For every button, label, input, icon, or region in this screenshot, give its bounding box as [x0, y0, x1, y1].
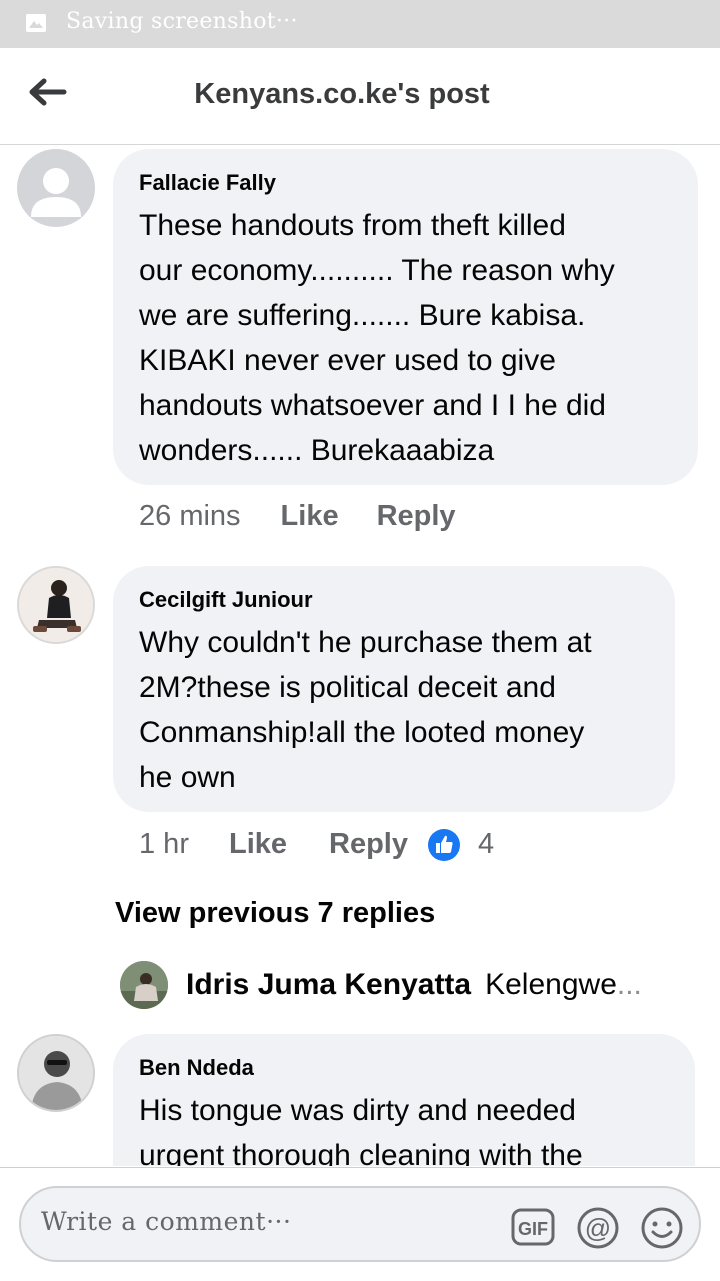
- comment-meta: 1 hr Like Reply 4: [139, 828, 494, 861]
- comment-input[interactable]: Write a comment··· GIF @: [19, 1186, 701, 1262]
- svg-text:@: @: [585, 1213, 611, 1243]
- view-previous-replies-link[interactable]: View previous 7 replies: [115, 897, 435, 930]
- reply-author[interactable]: Idris Juma Kenyatta: [186, 968, 471, 1002]
- comment-bubble[interactable]: Fallacie Fally These handouts from theft…: [113, 149, 698, 485]
- comment-author[interactable]: Fallacie Fally: [139, 169, 672, 197]
- like-button[interactable]: Like: [229, 828, 287, 861]
- avatar[interactable]: [17, 149, 95, 227]
- reaction-summary[interactable]: 4: [428, 828, 494, 861]
- avatar[interactable]: [17, 1034, 95, 1112]
- comment-text: His tongue was dirty and needed urgent t…: [139, 1094, 583, 1166]
- header: Kenyans.co.ke's post: [0, 48, 720, 145]
- comment-time: 26 mins: [139, 500, 241, 532]
- reply-button[interactable]: Reply: [377, 500, 456, 533]
- comment-composer: Write a comment··· GIF @: [0, 1167, 720, 1281]
- comment-text: These handouts from theft killed our eco…: [139, 209, 615, 467]
- gif-icon[interactable]: GIF: [511, 1206, 555, 1248]
- comment-time: 1 hr: [139, 828, 189, 860]
- status-bar: Saving screenshot···: [0, 0, 720, 48]
- comment-author[interactable]: Cecilgift Juniour: [139, 586, 649, 614]
- comment-text: Why couldn't he purchase them at 2M?thes…: [139, 626, 592, 794]
- comment-bubble[interactable]: Cecilgift Juniour Why couldn't he purcha…: [113, 566, 675, 812]
- avatar[interactable]: [17, 566, 95, 644]
- like-button[interactable]: Like: [281, 500, 339, 533]
- image-icon: [26, 14, 46, 32]
- comment-meta: 26 mins Like Reply: [139, 500, 456, 533]
- status-text: Saving screenshot···: [66, 9, 298, 34]
- emoji-icon[interactable]: [640, 1206, 683, 1249]
- page-title: Kenyans.co.ke's post: [194, 78, 490, 110]
- thumbs-up-icon: [428, 828, 460, 861]
- comment-author[interactable]: Ben Ndeda: [139, 1054, 669, 1082]
- reply-text: Kelengwe...: [485, 968, 642, 1001]
- reaction-count: 4: [478, 828, 495, 860]
- comment-bubble[interactable]: Ben Ndeda His tongue was dirty and neede…: [113, 1034, 695, 1166]
- reply-button[interactable]: Reply: [329, 828, 408, 861]
- comments-feed[interactable]: Fallacie Fally These handouts from theft…: [0, 145, 720, 1166]
- avatar[interactable]: [120, 961, 168, 1009]
- comment-input-placeholder: Write a comment···: [41, 1207, 292, 1236]
- svg-text:GIF: GIF: [518, 1219, 548, 1239]
- mention-icon[interactable]: @: [576, 1206, 619, 1249]
- reply-preview[interactable]: Idris Juma Kenyatta Kelengwe...: [120, 961, 642, 1009]
